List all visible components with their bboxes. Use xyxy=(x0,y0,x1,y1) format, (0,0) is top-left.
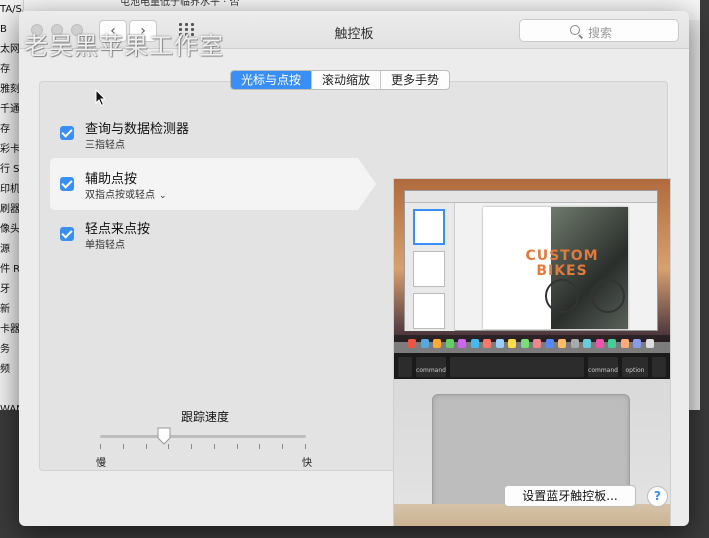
tracking-speed-title: 跟踪速度 xyxy=(180,410,229,424)
slider-tick xyxy=(214,444,215,449)
tracking-speed-ticks xyxy=(100,444,306,450)
tap-to-click-title: 轻点来点按 xyxy=(85,222,151,237)
preview-app-window: CUSTOM BIKES xyxy=(404,190,658,331)
slider-tick xyxy=(282,444,283,449)
search-icon xyxy=(570,25,580,35)
tap-to-click-subtitle: 单指轻点 xyxy=(85,240,125,251)
chevron-down-icon: ⌄ xyxy=(159,191,167,201)
preview-touchbar: command command option xyxy=(394,353,670,379)
preview-headline: CUSTOM BIKES xyxy=(525,248,599,279)
dock-app-icon xyxy=(520,339,529,348)
settings-panel: 查询与数据检测器 三指轻点 辅助点按 双指点按或轻点 ⌄ 轻点来点按 单指轻点 跟… xyxy=(39,81,671,526)
dock-app-icon xyxy=(433,339,441,348)
slider-tick xyxy=(191,444,192,449)
slider-tick xyxy=(237,444,238,449)
slider-tick xyxy=(100,444,101,449)
dock-app-icon xyxy=(570,339,579,348)
preview-sidebar xyxy=(405,203,455,331)
preview-dock xyxy=(394,335,670,353)
dock-app-icon xyxy=(633,339,641,348)
lookup-checkbox[interactable] xyxy=(60,126,74,140)
secondary-click-checkbox[interactable] xyxy=(60,177,74,191)
dock-app-icon xyxy=(508,339,516,348)
setup-bluetooth-trackpad-button[interactable]: 设置蓝牙触控板... xyxy=(504,485,636,507)
dock-app-icon xyxy=(583,339,591,348)
dock-app-icon xyxy=(483,339,491,348)
touchbar-key: command xyxy=(588,357,618,377)
dock-app-icon xyxy=(420,339,429,348)
preview-page: CUSTOM BIKES xyxy=(483,207,628,329)
lookup-subtitle: 三指轻点 xyxy=(85,140,125,151)
dock-app-icon xyxy=(620,339,629,348)
dock-app-icon xyxy=(595,339,604,348)
touchbar-key: command xyxy=(416,357,446,377)
search-field[interactable]: 搜索 xyxy=(519,19,679,42)
dock-app-icon xyxy=(458,339,466,348)
secondary-click-subtitle: 双指点按或轻点 xyxy=(85,190,155,201)
trackpad-preferences-window: ‹ › 触控板 搜索 查询与数据检测器 三指轻点 辅助点按 双指点按或轻点 ⌄ 轻… xyxy=(19,11,689,526)
preview-desk xyxy=(394,504,670,526)
mouse-cursor-icon xyxy=(95,89,107,107)
dock-app-icon xyxy=(608,339,616,348)
secondary-click-dropdown[interactable]: 双指点按或轻点 ⌄ xyxy=(85,186,167,201)
lookup-title: 查询与数据检测器 xyxy=(85,122,190,137)
preview-screen: CUSTOM BIKES xyxy=(394,179,670,342)
tab-more-gestures[interactable]: 更多手势 xyxy=(380,71,449,89)
watermark: 老吴黑苹果工作室 xyxy=(24,32,224,60)
gesture-preview-video: CUSTOM BIKES command command option xyxy=(393,178,671,526)
slider-tick xyxy=(123,444,124,449)
dock-app-icon xyxy=(533,339,541,348)
tab-scroll-and-zoom[interactable]: 滚动缩放 xyxy=(311,71,380,89)
dock-app-icon xyxy=(495,339,504,348)
help-button[interactable]: ? xyxy=(647,486,668,507)
dock-app-icon xyxy=(645,339,654,348)
dock-app-icon xyxy=(545,339,554,348)
slider-tick xyxy=(146,444,147,449)
slider-tick xyxy=(305,444,306,449)
background-status-text: 屯池电量低于临界水平 · 否 xyxy=(120,0,240,8)
tracking-speed-fast-label: 快 xyxy=(302,458,312,469)
tracking-speed-track[interactable] xyxy=(100,435,306,438)
tap-to-click-checkbox[interactable] xyxy=(60,227,74,241)
tracking-speed-slow-label: 慢 xyxy=(96,458,106,469)
touchbar-key: option xyxy=(622,357,648,377)
search-placeholder: 搜索 xyxy=(588,26,613,40)
selection-arrow xyxy=(358,158,376,210)
tab-bar: 光标与点按 滚动缩放 更多手势 xyxy=(230,70,451,90)
dock-app-icon xyxy=(470,339,479,348)
preview-toolbar xyxy=(405,191,657,203)
tracking-speed-knob[interactable] xyxy=(156,427,172,445)
slider-tick xyxy=(259,444,260,449)
tab-point-and-click[interactable]: 光标与点按 xyxy=(231,71,312,89)
dock-app-icon xyxy=(408,339,416,348)
dock-app-icon xyxy=(558,339,566,348)
secondary-click-title: 辅助点按 xyxy=(85,172,138,187)
dock-app-icon xyxy=(445,339,454,348)
